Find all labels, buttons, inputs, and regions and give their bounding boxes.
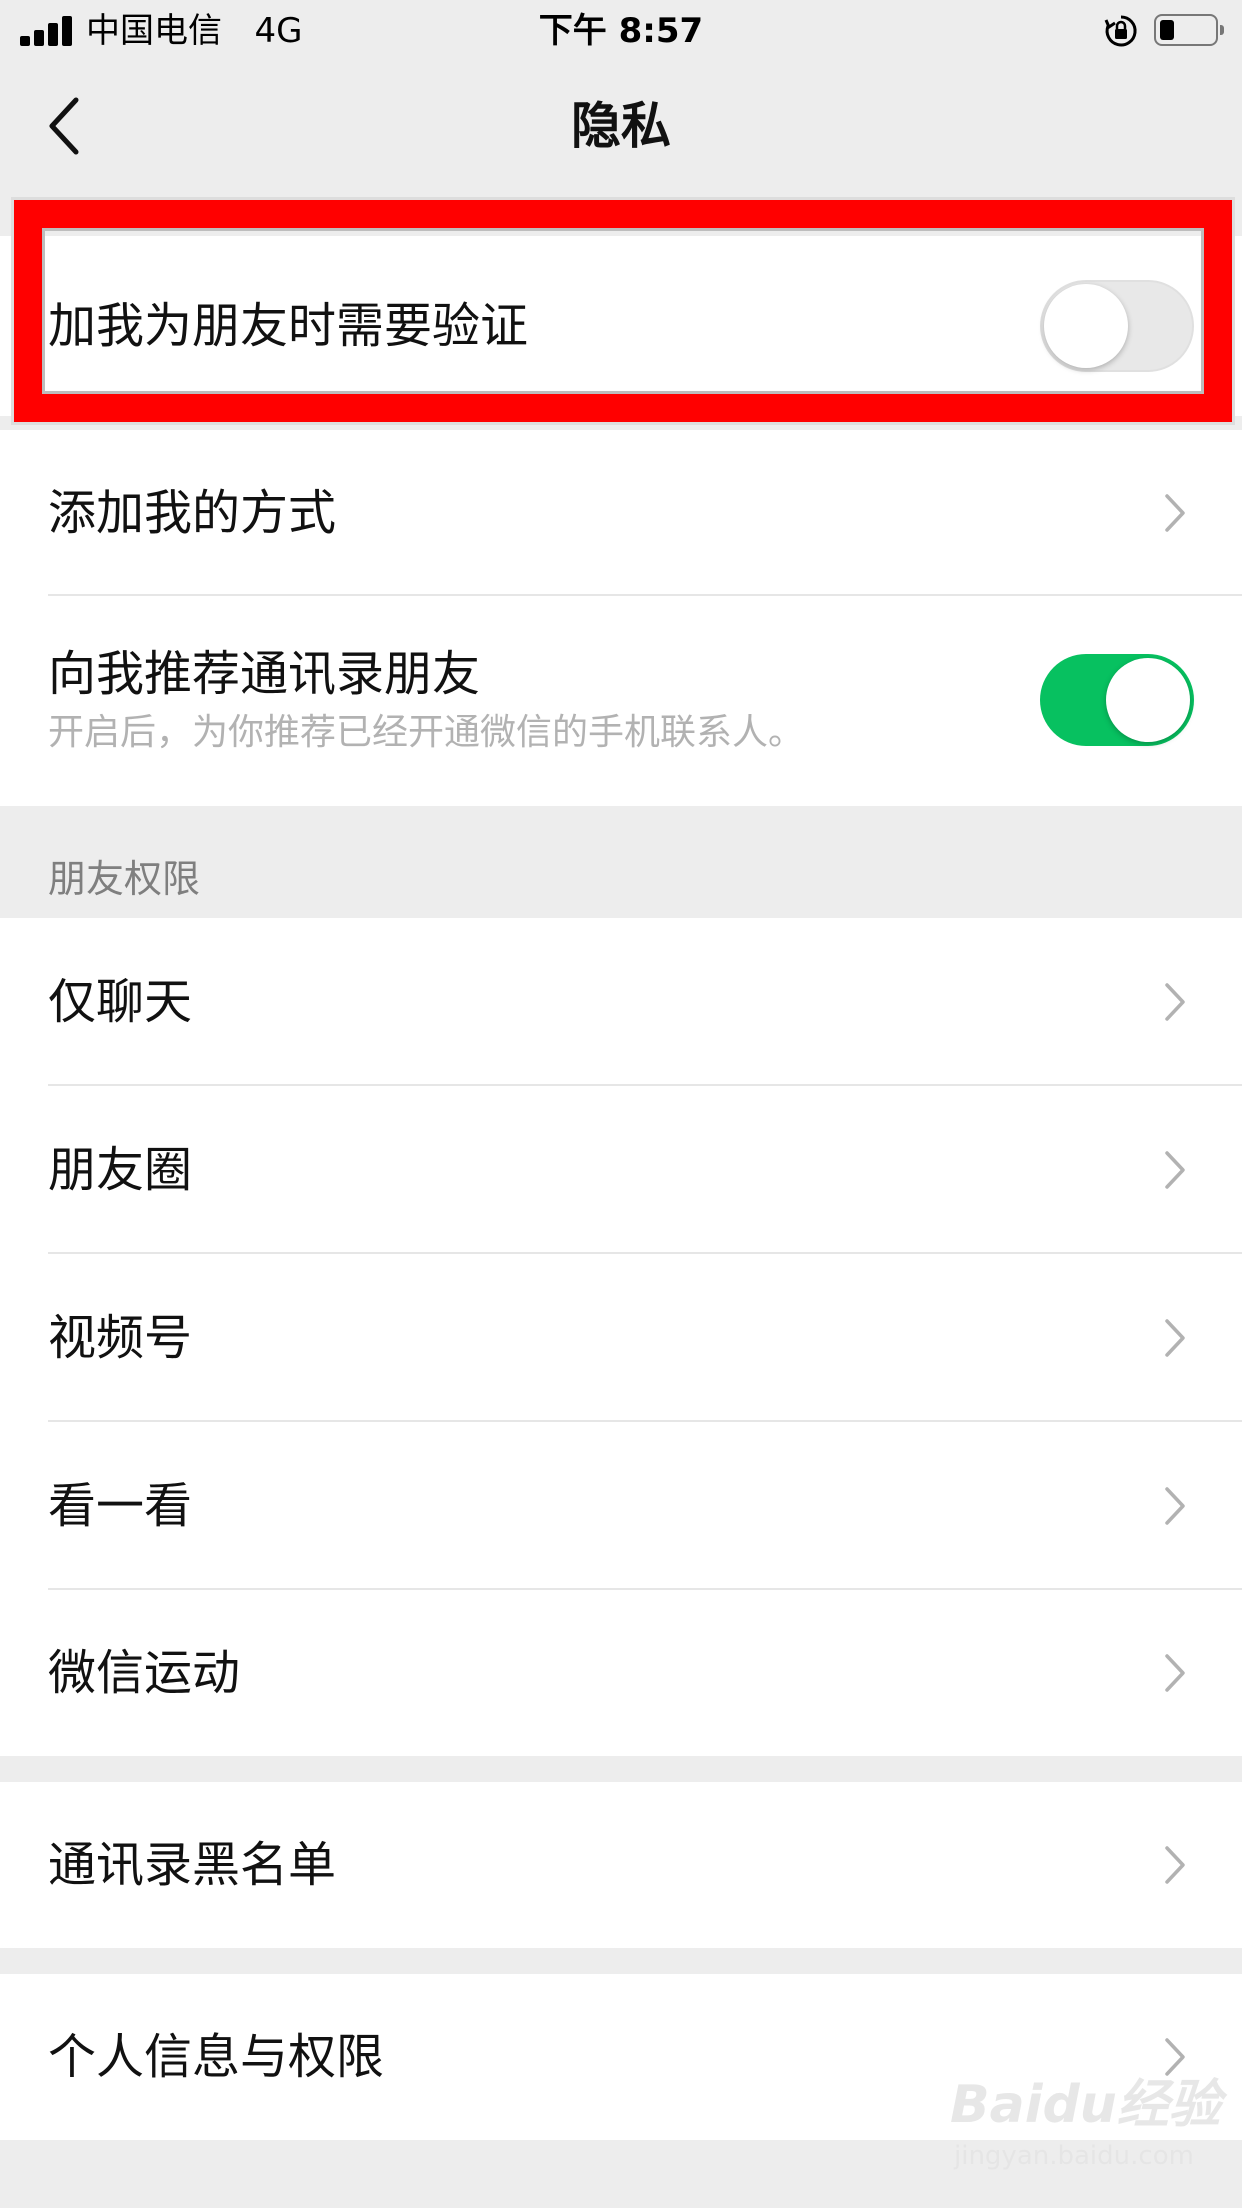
permission-label: 微信运动 xyxy=(48,1645,241,1701)
recommend-contacts-row: 向我推荐通讯录朋友 开启后，为你推荐已经开通微信的手机联系人。 xyxy=(0,596,1242,806)
chevron-right-icon xyxy=(1165,1151,1185,1189)
section-header-friend-permissions: 朋友权限 xyxy=(48,857,201,901)
watermark-logo-text: Baidu经验 xyxy=(950,2075,1221,2135)
chevron-right-icon xyxy=(1165,1319,1185,1357)
add-methods-label: 添加我的方式 xyxy=(48,485,337,541)
permission-item-chat-only[interactable]: 仅聊天 xyxy=(0,918,1242,1086)
chevron-right-icon xyxy=(1165,494,1185,532)
watermark-url: jingyan.baidu.com xyxy=(954,2141,1194,2171)
rotation-lock-icon xyxy=(1104,15,1137,47)
status-time: 下午 8:57 xyxy=(538,11,704,51)
permission-item-channels[interactable]: 视频号 xyxy=(0,1254,1242,1422)
recommend-toggle[interactable] xyxy=(1040,654,1194,746)
verify-toggle[interactable] xyxy=(1040,280,1194,372)
permission-label: 仅聊天 xyxy=(48,974,193,1030)
chevron-right-icon xyxy=(1165,1846,1185,1884)
toggle-knob xyxy=(1106,658,1190,742)
toggle-knob xyxy=(1044,284,1128,368)
blacklist-label: 通讯录黑名单 xyxy=(48,1837,337,1893)
personal-info-label: 个人信息与权限 xyxy=(48,2029,385,2085)
recommend-label: 向我推荐通讯录朋友 xyxy=(48,646,481,702)
chevron-right-icon xyxy=(1165,983,1185,1021)
blacklist-row[interactable]: 通讯录黑名单 xyxy=(0,1782,1242,1948)
friend-permissions-group: 仅聊天 朋友圈 视频号 看一看 微信运动 xyxy=(0,918,1242,1756)
status-bar: 中国电信 4G 下午 8:57 xyxy=(0,0,1242,60)
page-title: 隐私 xyxy=(571,97,671,155)
baidu-watermark: Baidu经验 jingyan.baidu.com xyxy=(950,2070,1221,2180)
verify-label: 加我为朋友时需要验证 xyxy=(48,298,529,354)
permission-item-moments[interactable]: 朋友圈 xyxy=(0,1086,1242,1254)
recommend-description: 开启后，为你推荐已经开通微信的手机联系人。 xyxy=(48,712,805,753)
blacklist-group: 通讯录黑名单 xyxy=(0,1782,1242,1948)
contact-group: 添加我的方式 向我推荐通讯录朋友 开启后，为你推荐已经开通微信的手机联系人。 xyxy=(0,430,1242,806)
add-methods-row[interactable]: 添加我的方式 xyxy=(0,430,1242,596)
verify-row[interactable]: 加我为朋友时需要验证 xyxy=(0,236,1242,416)
permission-item-top-stories[interactable]: 看一看 xyxy=(0,1422,1242,1590)
permission-item-werun[interactable]: 微信运动 xyxy=(0,1590,1242,1756)
permission-label: 朋友圈 xyxy=(48,1142,193,1198)
permission-label: 看一看 xyxy=(48,1478,193,1534)
permission-label: 视频号 xyxy=(48,1310,193,1366)
chevron-right-icon xyxy=(1165,1654,1185,1692)
verify-group: 加我为朋友时需要验证 xyxy=(0,236,1242,416)
chevron-right-icon xyxy=(1165,1487,1185,1525)
navigation-bar: 隐私 xyxy=(0,60,1242,190)
battery-icon xyxy=(1154,14,1224,46)
